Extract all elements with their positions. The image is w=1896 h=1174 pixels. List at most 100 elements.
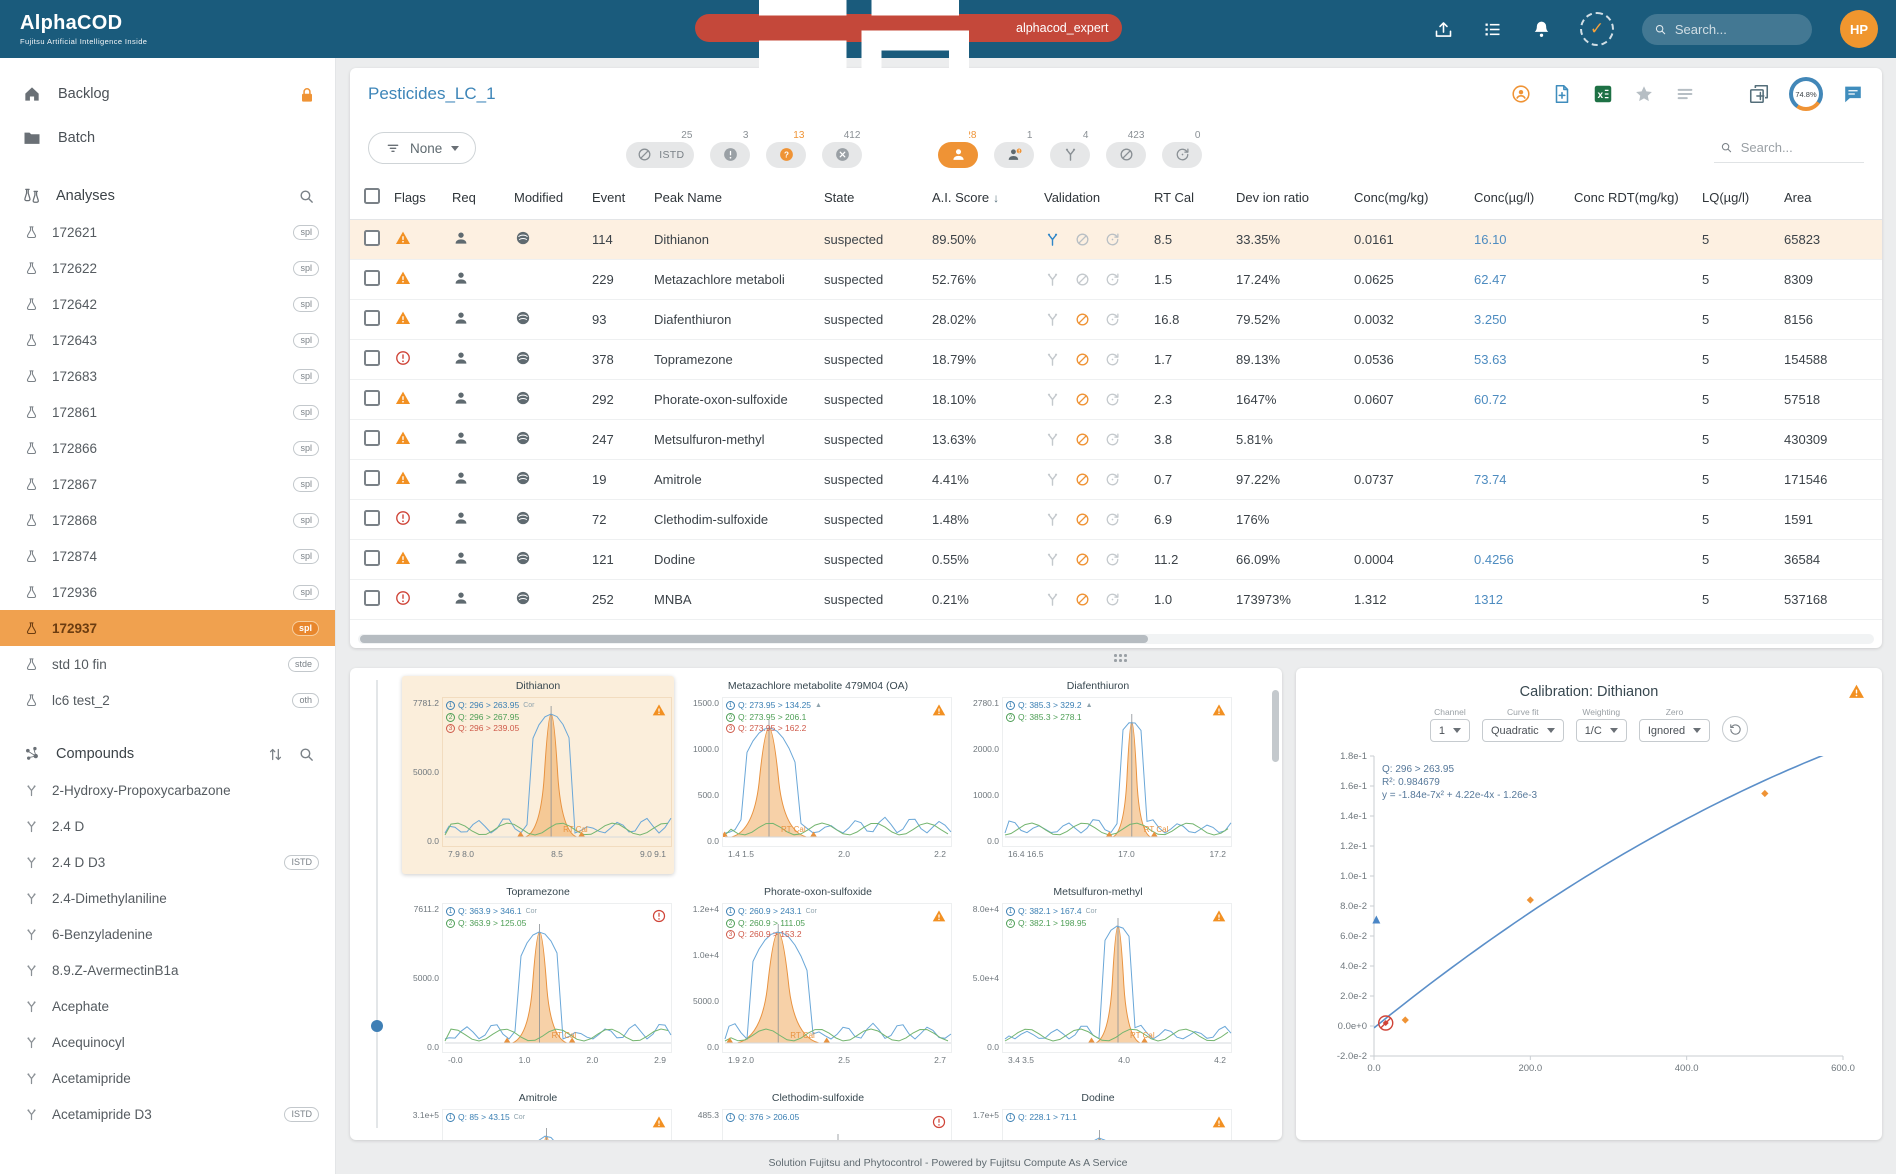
column-header[interactable]: Req (452, 190, 514, 205)
compound-icon[interactable] (1044, 551, 1061, 568)
excluded-icon[interactable] (1074, 351, 1091, 368)
select-all-checkbox[interactable] (364, 188, 380, 204)
chromatogram-thumbnail[interactable]: Diafenthiuron 2780.12000.01000.00.0 RT C… (962, 676, 1234, 874)
compound-icon[interactable] (1044, 591, 1061, 608)
row-checkbox[interactable] (364, 590, 380, 606)
column-header[interactable]: Flags (394, 190, 452, 205)
conc-ug-link[interactable]: 16.10 (1474, 232, 1574, 247)
column-header[interactable]: Conc RDT(mg/kg) (1574, 190, 1702, 205)
chromatogram-thumbnail[interactable]: Dodine 1.7e+5 1Q: 228.1 > 71.1 (962, 1088, 1234, 1140)
compound-icon[interactable] (1044, 231, 1061, 248)
chromatogram-thumbnail[interactable]: Metsulfuron-methyl 8.0e+45.0e+40.0 RT Ca… (962, 882, 1234, 1080)
row-checkbox[interactable] (364, 430, 380, 446)
table-row[interactable]: 72 Clethodim-sulfoxide suspected 1.48% 6… (350, 500, 1882, 540)
redo-icon[interactable] (1104, 511, 1121, 528)
nav-item-backlog[interactable]: Backlog (0, 72, 335, 116)
global-search-input[interactable] (1675, 22, 1800, 37)
table-row[interactable]: 252 MNBA suspected 0.21% 1.0 173973% 1.3… (350, 580, 1882, 620)
progress-ring[interactable]: 74.8% (1789, 77, 1823, 111)
filter-badge-compound[interactable]: 4 (1050, 129, 1090, 168)
compound-item[interactable]: 6-Benzyladenine (0, 916, 335, 952)
conc-ug-link[interactable]: 73.74 (1474, 472, 1574, 487)
table-row[interactable]: 121 Dodine suspected 0.55% 11.2 66.09% 0… (350, 540, 1882, 580)
row-checkbox[interactable] (364, 350, 380, 366)
assistant-icon[interactable] (1510, 83, 1532, 105)
slider-handle[interactable] (371, 1020, 383, 1032)
row-checkbox[interactable] (364, 510, 380, 526)
filter-badge-excluded[interactable]: 423 (1106, 129, 1146, 168)
column-header[interactable]: A.I. Score↓ (932, 190, 1044, 205)
redo-icon[interactable] (1104, 391, 1121, 408)
compound-item[interactable]: 2-Hydroxy-Propoxycarbazone (0, 772, 335, 808)
reset-calibration-button[interactable] (1722, 716, 1748, 742)
filter-badge-redo[interactable]: 0 (1162, 129, 1202, 168)
excluded-icon[interactable] (1074, 231, 1091, 248)
excluded-icon[interactable] (1074, 471, 1091, 488)
panel-resize-handle[interactable] (1114, 654, 1129, 664)
redo-icon[interactable] (1104, 231, 1121, 248)
table-row[interactable]: 114 Dithianon suspected 89.50% 8.5 33.35… (350, 220, 1882, 260)
excluded-icon[interactable] (1074, 591, 1091, 608)
compound-item[interactable]: Acequinocyl (0, 1024, 335, 1060)
select-weighting[interactable]: 1/C (1576, 719, 1627, 742)
column-header[interactable]: Dev ion ratio (1236, 190, 1354, 205)
column-header[interactable]: Peak Name (654, 190, 824, 205)
analysis-item[interactable]: 172622 spl (0, 250, 335, 286)
filter-badge-istd[interactable]: 25 ISTD (626, 129, 694, 168)
conc-ug-link[interactable]: 0.4256 (1474, 552, 1574, 567)
excluded-icon[interactable] (1074, 551, 1091, 568)
duplicate-icon[interactable] (1748, 83, 1770, 105)
chromatogram-thumbnail[interactable]: Dithianon 7781.25000.00.0 RT Cal 1Q: 296… (402, 676, 674, 874)
table-row[interactable]: 19 Amitrole suspected 4.41% 0.7 97.22% 0… (350, 460, 1882, 500)
analysis-item[interactable]: 172936 spl (0, 574, 335, 610)
select-channel[interactable]: 1 (1430, 719, 1470, 742)
table-row[interactable]: 292 Phorate-oxon-sulfoxide suspected 18.… (350, 380, 1882, 420)
excluded-icon[interactable] (1074, 511, 1091, 528)
column-header[interactable]: LQ(µg/l) (1702, 190, 1784, 205)
analysis-item[interactable]: 172621 spl (0, 214, 335, 250)
compounds-search-icon[interactable] (298, 746, 315, 763)
excluded-icon[interactable] (1074, 391, 1091, 408)
global-search[interactable] (1642, 14, 1812, 45)
compound-item[interactable]: Acephate (0, 988, 335, 1024)
compound-item[interactable]: Acetamipride D3 ISTD (0, 1096, 335, 1132)
row-checkbox[interactable] (364, 310, 380, 326)
conc-ug-link[interactable]: 3.250 (1474, 312, 1574, 327)
excel-export-icon[interactable]: x (1592, 83, 1614, 105)
upload-icon[interactable] (1433, 19, 1454, 40)
redo-icon[interactable] (1104, 311, 1121, 328)
redo-icon[interactable] (1104, 271, 1121, 288)
table-row[interactable]: 229 Metazachlore metaboli suspected 52.7… (350, 260, 1882, 300)
row-checkbox[interactable] (364, 270, 380, 286)
column-header[interactable]: RT Cal (1154, 190, 1236, 205)
redo-icon[interactable] (1104, 551, 1121, 568)
star-icon[interactable] (1633, 83, 1655, 105)
compound-icon[interactable] (1044, 271, 1061, 288)
column-header[interactable]: Conc(µg/l) (1474, 190, 1574, 205)
comments-icon[interactable] (1842, 83, 1864, 105)
zoom-slider[interactable] (376, 680, 378, 1128)
vertical-scrollbar[interactable] (1271, 676, 1279, 1132)
column-header[interactable]: Conc(mg/kg) (1354, 190, 1474, 205)
column-header[interactable]: Validation (1044, 190, 1154, 205)
compound-item[interactable]: 2.4 D D3 ISTD (0, 844, 335, 880)
add-report-icon[interactable] (1551, 83, 1573, 105)
compound-icon[interactable] (1044, 431, 1061, 448)
redo-icon[interactable] (1104, 471, 1121, 488)
nav-item-batch[interactable]: Batch (0, 116, 335, 160)
conc-ug-link[interactable]: 53.63 (1474, 352, 1574, 367)
redo-icon[interactable] (1104, 591, 1121, 608)
chromatogram-thumbnail[interactable]: Metazachlore metabolite 479M04 (OA) 1500… (682, 676, 954, 874)
compound-item[interactable]: 8.9.Z-AvermectinB1a (0, 952, 335, 988)
compound-item[interactable]: Acetamipride (0, 1060, 335, 1096)
analysis-item[interactable]: std 10 fin stde (0, 646, 335, 682)
compound-item[interactable]: 2.4 D (0, 808, 335, 844)
avatar[interactable]: HP (1840, 10, 1878, 48)
notifications-icon[interactable] (1531, 19, 1552, 40)
column-header[interactable]: State (824, 190, 932, 205)
excluded-icon[interactable] (1074, 431, 1091, 448)
compound-icon[interactable] (1044, 351, 1061, 368)
analysis-item[interactable]: 172861 spl (0, 394, 335, 430)
horizontal-scrollbar[interactable] (358, 634, 1874, 644)
chromatogram-thumbnail[interactable]: Clethodim-sulfoxide 485.3 1Q: 376 > 206.… (682, 1088, 954, 1140)
